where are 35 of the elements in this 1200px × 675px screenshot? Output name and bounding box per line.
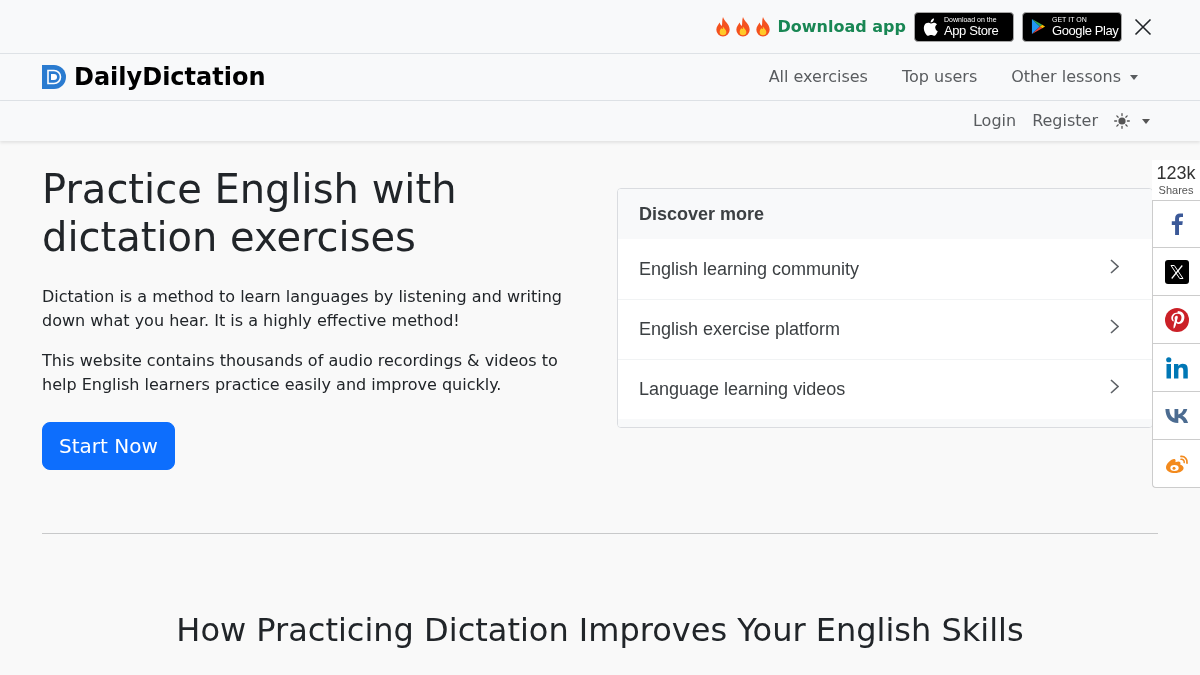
apple-icon bbox=[923, 17, 938, 36]
hero-paragraph: Dictation is a method to learn languages by listening and writing down what you hear. It is a highly effective method! bbox=[42, 286, 564, 332]
fire-icon bbox=[733, 16, 752, 37]
play-triangle-icon bbox=[1031, 18, 1046, 35]
hero-title: Practice English with dictation exercises bbox=[42, 165, 458, 261]
x-logo-icon bbox=[1164, 259, 1189, 284]
chevron-right-icon bbox=[1110, 258, 1119, 274]
section-title: How Practicing Dictation Improves Your English Skills bbox=[175, 611, 1025, 649]
nav-link[interactable]: Top users bbox=[884, 57, 995, 97]
share-button[interactable] bbox=[1152, 200, 1200, 248]
share-button[interactable] bbox=[1152, 248, 1200, 296]
share-count: 123k bbox=[1156, 162, 1196, 184]
in-logo-icon bbox=[1165, 356, 1188, 379]
eye-waves-logo-icon bbox=[1164, 453, 1189, 474]
account-link[interactable]: Login bbox=[964, 105, 1025, 137]
chevron-right-icon bbox=[1110, 379, 1119, 394]
fire-icon bbox=[713, 16, 732, 37]
hero-paragraph: This website contains thousands of audio recordings & videos to help English learners practice easily and improve quickly. bbox=[42, 350, 559, 396]
start-now-button[interactable]: Start Now bbox=[42, 422, 175, 470]
letter-f-logo-icon bbox=[1170, 213, 1183, 235]
account-link[interactable]: Register bbox=[1024, 105, 1106, 137]
vk-logo-icon bbox=[1164, 408, 1189, 423]
sun-icon bbox=[1114, 113, 1130, 129]
p-circle-logo-icon bbox=[1164, 307, 1189, 332]
chevron-right-icon bbox=[1110, 319, 1119, 334]
share-label: Shares bbox=[1158, 184, 1194, 197]
d-logo-icon bbox=[42, 65, 66, 89]
brand-link[interactable]: DailyDictation bbox=[42, 63, 266, 91]
fire-icon bbox=[753, 16, 772, 37]
close-icon bbox=[1134, 17, 1152, 36]
download-app-label: Download app bbox=[777, 17, 906, 36]
close-button[interactable] bbox=[1134, 17, 1152, 36]
nav-link[interactable]: All exercises bbox=[751, 57, 885, 97]
card-title: Discover more bbox=[639, 203, 765, 225]
dropdown-link[interactable]: Other lessons bbox=[994, 57, 1155, 97]
